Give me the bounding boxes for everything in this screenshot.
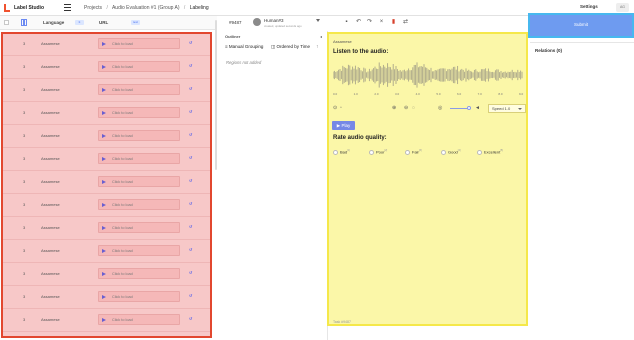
audio-waveform[interactable] bbox=[333, 60, 523, 90]
user-avatar[interactable]: AG bbox=[616, 3, 629, 12]
audio-controls: ⊙ ▫ ⊕ ⊖ ◌ ◎ ◄ Speed 1.0 bbox=[332, 104, 526, 114]
radio-button[interactable] bbox=[333, 149, 338, 155]
app-logo-text[interactable]: Label Studio bbox=[14, 5, 44, 11]
breadcrumb-separator: / bbox=[106, 5, 108, 11]
language-type-badge: tt bbox=[75, 20, 84, 25]
audio-timeline: 0.0 1.0 2.0 3.0 4.0 5.0 6.0 7.0 8.0 9.0 bbox=[333, 92, 523, 97]
choice-hotkey: [2] bbox=[384, 149, 388, 152]
speed-slider-knob[interactable] bbox=[467, 106, 471, 110]
zoom-in-icon[interactable]: ⊕ bbox=[392, 105, 396, 111]
column-header-language[interactable]: Language bbox=[43, 20, 64, 25]
timeline-tick-label: 8.0 bbox=[498, 92, 503, 96]
zoom-reset-icon[interactable]: ◌ bbox=[412, 105, 415, 111]
breadcrumb-projects[interactable]: Projects bbox=[84, 5, 102, 11]
task-id-label: #9487 bbox=[229, 20, 242, 25]
select-all-checkbox[interactable] bbox=[4, 20, 9, 25]
redo-icon[interactable]: ↷ bbox=[366, 19, 373, 26]
timeline-tick-label: 0.0 bbox=[333, 92, 338, 96]
outliner-title: Outliner bbox=[225, 34, 241, 39]
annotator-timestamp: created, updated seconds ago bbox=[264, 24, 302, 28]
columns-icon[interactable] bbox=[21, 19, 27, 26]
url-type-badge: text bbox=[131, 20, 140, 25]
timeline-tick-label: 6.0 bbox=[457, 92, 462, 96]
trash-icon[interactable]: ▮ bbox=[390, 19, 397, 26]
save-icon[interactable]: ▪ bbox=[343, 19, 350, 26]
task-list-highlight bbox=[1, 32, 212, 338]
settings-button[interactable]: Settings bbox=[580, 4, 598, 9]
rate-title: Rate audio quality: bbox=[333, 135, 387, 141]
radio-button[interactable] bbox=[441, 149, 446, 155]
undo-icon[interactable]: ↶ bbox=[355, 19, 362, 26]
timeline-tick-label: 5.0 bbox=[436, 92, 441, 96]
quality-choice[interactable]: Bad[1] bbox=[333, 149, 350, 155]
reset-icon[interactable]: × bbox=[378, 19, 385, 26]
task-list-scrollbar[interactable] bbox=[215, 20, 217, 170]
submit-button[interactable]: Submit bbox=[528, 13, 634, 38]
timeline-tick-label: 4.0 bbox=[415, 92, 420, 96]
timeline-tick-label: 2.0 bbox=[374, 92, 379, 96]
speaker-icon[interactable]: ◄ bbox=[475, 105, 480, 111]
choice-hotkey: [3] bbox=[418, 149, 422, 152]
outliner-panel bbox=[222, 31, 328, 340]
timeline-tick-label: 3.0 bbox=[395, 92, 400, 96]
order-by-time-button[interactable]: ◫ Ordered by Time bbox=[271, 44, 310, 50]
choice-hotkey: [5] bbox=[500, 149, 504, 152]
submit-label: Submit bbox=[573, 22, 588, 27]
annotation-editor: Assamese Listen to the audio: 0.0 1.0 2.0 3… bbox=[327, 32, 528, 326]
choice-label: Good bbox=[448, 149, 458, 155]
relations-header[interactable]: Relations (0) bbox=[535, 48, 562, 53]
choice-label: Excellent bbox=[484, 149, 501, 155]
collapse-arrow-icon[interactable]: ◂ bbox=[320, 34, 322, 39]
speed-value: Speed 1.0 bbox=[492, 106, 511, 111]
speed-dropdown-caret-icon bbox=[518, 108, 522, 110]
choice-hotkey: [4] bbox=[457, 149, 461, 152]
speed-down-icon[interactable]: ◎ bbox=[438, 105, 442, 111]
swap-icon[interactable]: ⇄ bbox=[402, 19, 409, 26]
play-label: Play bbox=[341, 123, 351, 128]
loop-icon[interactable]: ▫ bbox=[340, 105, 342, 111]
quality-choice[interactable]: Poor[2] bbox=[369, 149, 387, 155]
timeline-tick-label: 1.0 bbox=[353, 92, 358, 96]
label-studio-logo-icon[interactable] bbox=[4, 4, 10, 12]
radio-button[interactable] bbox=[405, 149, 410, 155]
task-footer: Task #9487 bbox=[333, 320, 351, 324]
choice-label: Fair bbox=[412, 149, 419, 155]
language-heading: Assamese bbox=[333, 39, 352, 44]
manual-grouping-button[interactable]: ≡ Manual Grouping bbox=[225, 44, 263, 49]
timeline-tick-label: 9.0 bbox=[519, 92, 524, 96]
zoom-out-icon[interactable]: ⊖ bbox=[404, 105, 408, 111]
play-button[interactable]: ▶ Play bbox=[332, 121, 355, 130]
right-panel-divider bbox=[530, 42, 634, 43]
annotator-avatar bbox=[253, 18, 261, 26]
radio-button[interactable] bbox=[477, 149, 482, 155]
radio-button[interactable] bbox=[369, 149, 374, 155]
timeline-tick-label: 7.0 bbox=[477, 92, 482, 96]
breadcrumb-project[interactable]: Audio Evaluation #1 (Group A) bbox=[112, 5, 180, 11]
annotator-name[interactable]: Human#3 bbox=[264, 18, 284, 23]
quality-choice[interactable]: Good[4] bbox=[441, 149, 461, 155]
no-regions-message: Regions not added bbox=[226, 60, 262, 65]
listen-title: Listen to the audio: bbox=[333, 49, 389, 55]
volume-icon[interactable]: ⊙ bbox=[333, 105, 337, 111]
quality-choices: Bad[1] Poor[2] Fair[3] Good[4] Excellent[5] bbox=[333, 149, 523, 157]
speed-select[interactable]: Speed 1.0 bbox=[488, 104, 526, 113]
hamburger-menu-icon[interactable] bbox=[64, 4, 71, 11]
breadcrumb-current: Labeling bbox=[189, 5, 209, 11]
breadcrumb: Projects / Audio Evaluation #1 (Group A)… bbox=[84, 5, 212, 11]
breadcrumb-separator: / bbox=[183, 5, 186, 11]
choice-hotkey: [1] bbox=[347, 149, 350, 152]
quality-choice[interactable]: Excellent[5] bbox=[477, 149, 503, 155]
task-list-header: Language tt URL text bbox=[0, 16, 217, 30]
annotation-dropdown-caret-icon[interactable] bbox=[316, 19, 320, 22]
grouping-label: Manual Grouping bbox=[228, 44, 264, 49]
sort-direction-icon[interactable]: ↑ bbox=[316, 44, 319, 50]
quality-choice[interactable]: Fair[3] bbox=[405, 149, 422, 155]
order-label: Ordered by Time bbox=[276, 44, 311, 49]
column-header-url[interactable]: URL bbox=[99, 20, 108, 25]
